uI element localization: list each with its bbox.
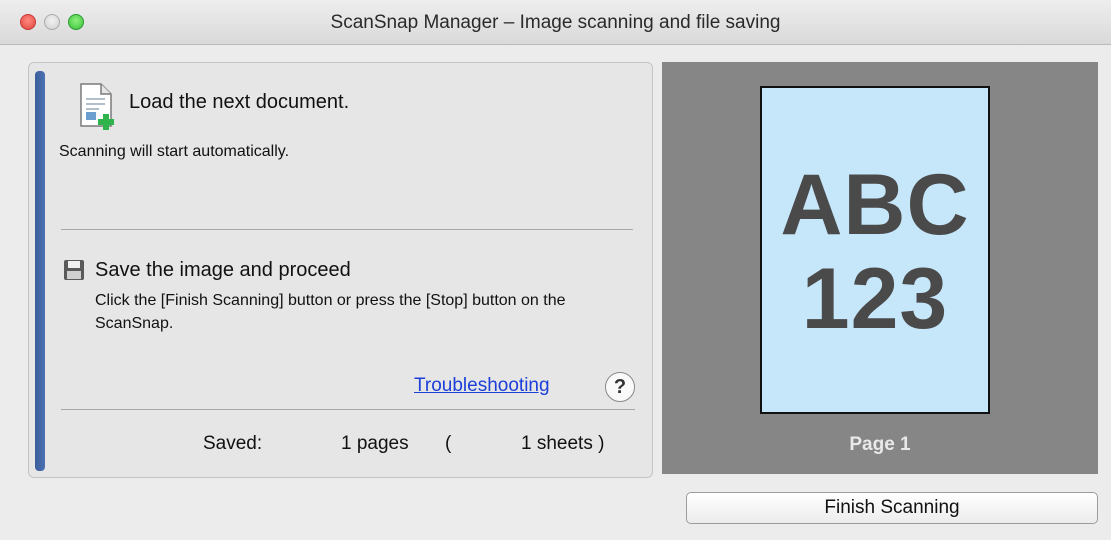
finish-scanning-button[interactable]: Finish Scanning — [686, 492, 1098, 524]
page-number-label: Page 1 — [849, 434, 911, 455]
load-step-title: Load the next document. — [129, 91, 350, 113]
saved-sheets-count: 1 sheets ) — [521, 433, 605, 454]
title-bar: ScanSnap Manager – Image scanning and fi… — [0, 0, 1111, 45]
save-step-title: Save the image and proceed — [95, 259, 351, 281]
load-step-description: Scanning will start automatically. — [59, 143, 290, 160]
thumbnail-text-line-2: 123 — [801, 251, 949, 347]
instruction-panel: Load the next document. Scanning will st… — [28, 62, 653, 478]
troubleshooting-link[interactable]: Troubleshooting — [414, 375, 550, 397]
saved-label: Saved: — [203, 433, 263, 454]
progress-accent-bar — [35, 71, 45, 471]
save-step-description: Click the [Finish Scanning] button or pr… — [95, 292, 566, 332]
scanned-page-thumbnail[interactable]: ABC 123 — [760, 86, 990, 414]
floppy-disk-icon — [63, 259, 85, 286]
window-title: ScanSnap Manager – Image scanning and fi… — [330, 12, 781, 33]
step-divider — [61, 229, 633, 230]
saved-paren-open: ( — [445, 433, 452, 454]
saved-pages-count: 1 pages — [341, 433, 409, 454]
thumbnail-text-line-1: ABC — [780, 157, 970, 253]
scan-preview-panel: ABC 123 Page 1 — [662, 62, 1098, 474]
document-add-icon — [75, 81, 121, 136]
help-button[interactable]: ? — [605, 372, 635, 402]
status-divider — [61, 409, 635, 410]
